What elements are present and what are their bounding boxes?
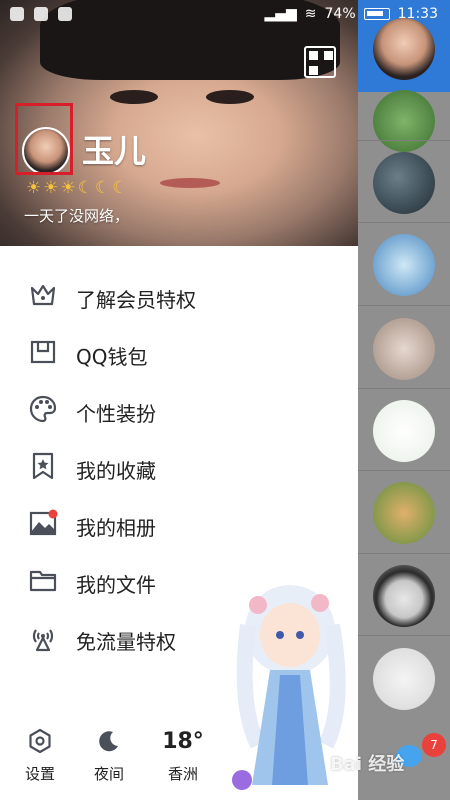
settings-button[interactable]: 设置 [10,725,70,784]
chat-avatar[interactable] [373,648,435,710]
divider [358,140,450,141]
wallet-icon [28,337,58,367]
chat-avatar[interactable] [373,318,435,380]
clock: 11:33 [397,6,438,22]
night-mode-label: 夜间 [93,765,124,783]
battery-percent: 74% [324,6,356,22]
menu-item-wallet[interactable]: QQ钱包 [0,331,358,377]
chat-avatar[interactable] [373,234,435,296]
menu-item-label: 免流量特权 [76,630,176,654]
highlight-box [15,103,73,175]
menu-item-theme[interactable]: 个性装扮 [0,388,358,434]
menu-item-label: 个性装扮 [76,402,156,426]
temperature: 18° [162,728,204,754]
crown-icon [28,280,58,310]
settings-icon [10,725,70,757]
chat-avatar[interactable] [373,482,435,544]
profile-signature[interactable]: 一天了没网络， [24,205,129,226]
moon-icon [79,725,139,757]
notification-icon [10,7,24,21]
menu-item-label: 我的收藏 [76,459,156,483]
cover-photo-detail [110,90,158,104]
chat-avatar[interactable] [373,565,435,627]
weather-location: 香洲 [167,765,198,783]
chat-avatar[interactable] [373,400,435,462]
wifi-icon: ≋ [304,6,317,22]
drawer-bottom-bar: 设置 夜间 18° 香洲 [0,725,358,800]
divider [358,305,450,306]
chat-list-panel[interactable]: 7 [358,0,450,800]
cover-photo-detail [160,178,220,188]
qr-code-icon[interactable] [304,46,336,78]
menu-item-label: 我的相册 [76,516,156,540]
profile-name[interactable]: 玉儿 [82,126,146,172]
folder-icon [28,565,58,595]
settings-label: 设置 [24,765,55,783]
signal-icon: ▂▄▆ [264,6,297,22]
bookmark-star-icon [28,451,58,481]
menu-item-label: 了解会员特权 [76,288,196,312]
status-bar: ▂▄▆ ≋ 74% 11:33 [0,0,450,32]
menu-item-album[interactable]: 我的相册 [0,502,358,548]
menu-item-label: QQ钱包 [76,345,148,369]
palette-icon [28,394,58,424]
battery-icon [363,8,390,20]
divider [358,222,450,223]
divider [358,635,450,636]
night-mode-button[interactable]: 夜间 [79,725,139,784]
menu-item-favorites[interactable]: 我的收藏 [0,445,358,491]
weather-button[interactable]: 18° 香洲 [153,725,213,784]
cover-photo-detail [206,90,254,104]
signal-tower-icon [28,622,58,652]
chat-avatar[interactable] [373,152,435,214]
divider [358,470,450,471]
photo-icon [28,508,58,538]
chat-avatar[interactable] [373,90,435,152]
menu-item-label: 我的文件 [76,573,156,597]
divider [358,553,450,554]
watermark-logo: Bai 经验 [330,754,405,775]
unread-badge: 7 [422,733,446,757]
notification-icon [34,7,48,21]
menu-item-vip[interactable]: 了解会员特权 [0,274,358,320]
profile-header[interactable]: 玉儿 ☀☀☀☾☾☾ 一天了没网络， [0,0,358,246]
divider [358,388,450,389]
notification-icon [58,7,72,21]
level-icons[interactable]: ☀☀☀☾☾☾ [26,178,129,198]
side-drawer: 玉儿 ☀☀☀☾☾☾ 一天了没网络， 了解会员特权 QQ钱包 个性装扮 我的收藏 … [0,0,358,800]
